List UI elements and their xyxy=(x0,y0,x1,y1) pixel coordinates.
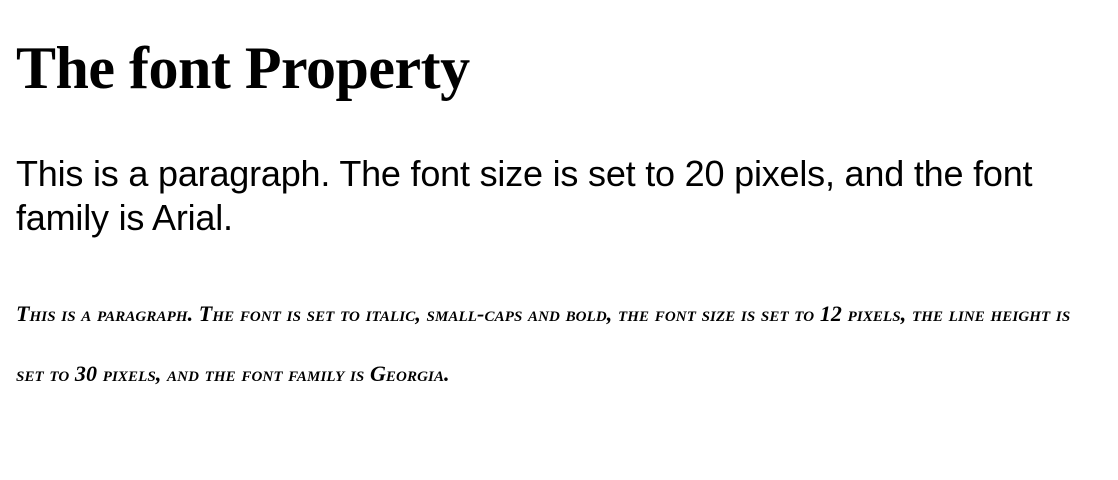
document-page: The font Property This is a paragraph. T… xyxy=(0,0,1118,480)
page-heading: The font Property xyxy=(16,35,470,101)
paragraph-arial: This is a paragraph. The font size is se… xyxy=(16,153,1033,238)
paragraph-georgia-small-caps: This is a paragraph. The font is set to … xyxy=(16,301,1071,386)
